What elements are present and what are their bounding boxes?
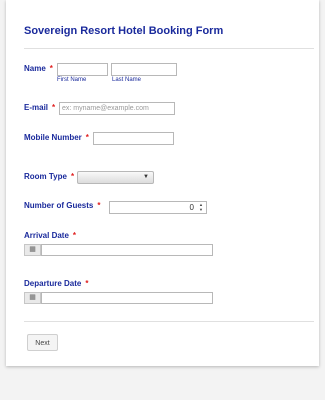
departure-date-label: Departure Date * — [24, 279, 89, 288]
first-name-input[interactable] — [57, 63, 108, 76]
arrival-date-label: Arrival Date * — [24, 231, 77, 240]
form-card: Sovereign Resort Hotel Booking Form Name… — [6, 0, 319, 366]
departure-date-input[interactable] — [41, 292, 213, 304]
guests-number-input[interactable]: 0 ▲ ▼ — [109, 201, 207, 214]
guests-label: Number of Guests * — [24, 201, 101, 210]
email-placeholder: ex: myname@example.com — [62, 105, 149, 112]
room-type-label: Room Type * — [24, 172, 75, 181]
departure-date-field: ▦ — [24, 292, 214, 304]
spinner-arrows-icon[interactable]: ▲ ▼ — [197, 202, 205, 212]
mobile-label: Mobile Number * — [24, 133, 89, 142]
last-name-input[interactable] — [111, 63, 177, 76]
required-marker: * — [97, 201, 101, 210]
first-name-sublabel: First Name — [57, 77, 87, 83]
form-title: Sovereign Resort Hotel Booking Form — [24, 25, 224, 37]
email-field[interactable]: ex: myname@example.com — [59, 102, 175, 115]
footer-divider — [24, 321, 314, 322]
required-marker: * — [72, 231, 77, 240]
required-marker: * — [85, 133, 89, 142]
mobile-number-input[interactable] — [93, 132, 174, 145]
name-label: Name * — [24, 64, 53, 73]
required-marker: * — [52, 103, 56, 112]
required-marker: * — [70, 172, 75, 181]
arrival-date-field: ▦ — [24, 244, 214, 256]
calendar-icon[interactable]: ▦ — [24, 292, 41, 304]
calendar-icon[interactable]: ▦ — [24, 244, 41, 256]
next-button[interactable]: Next — [27, 334, 58, 351]
required-marker: * — [49, 64, 53, 73]
room-type-select[interactable]: ▼ — [77, 171, 154, 184]
arrival-date-input[interactable] — [41, 244, 213, 256]
email-label: E-mail * — [24, 103, 56, 112]
guests-value: 0 — [189, 203, 194, 212]
title-divider — [24, 48, 314, 49]
chevron-down-icon: ▼ — [143, 174, 149, 180]
required-marker: * — [85, 279, 89, 288]
last-name-sublabel: Last Name — [112, 77, 142, 83]
